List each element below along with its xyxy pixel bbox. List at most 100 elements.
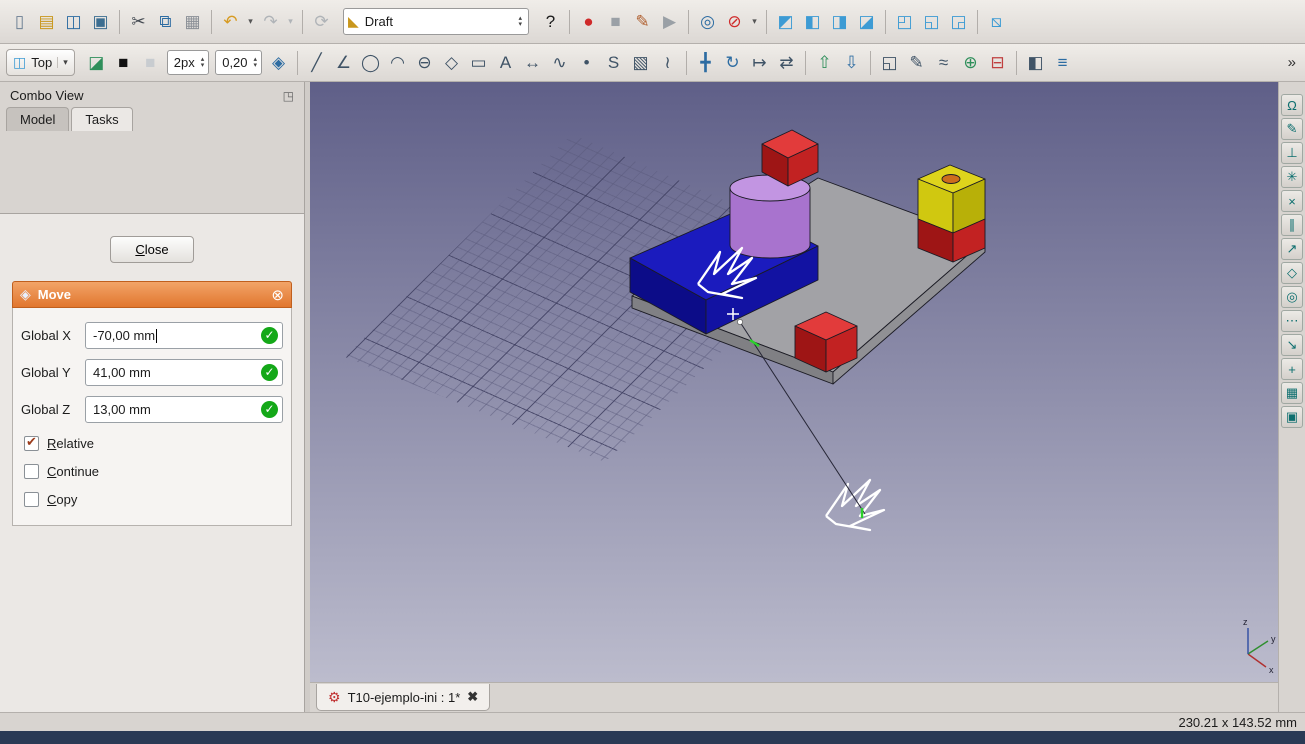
snap-grid-button[interactable]: ▦	[1281, 382, 1303, 404]
workbench-spinner[interactable]: ▴ ▾	[516, 15, 524, 28]
workbench-selector[interactable]: ◣ Draft ▴ ▾	[343, 8, 529, 35]
cut-button[interactable]: ✂	[125, 8, 152, 35]
edit-tool[interactable]: ✎	[903, 49, 930, 76]
downgrade-tool[interactable]: ⇩	[838, 49, 865, 76]
close-button[interactable]: Close	[110, 236, 194, 263]
select-plane-button[interactable]: ◪	[83, 49, 110, 76]
scale-tool[interactable]: ◱	[876, 49, 903, 76]
text-tool[interactable]: A	[492, 49, 519, 76]
dimension-tool[interactable]: ↔	[519, 49, 546, 76]
undo-button[interactable]: ↶	[217, 8, 244, 35]
measure-button[interactable]: ⧅	[983, 8, 1010, 35]
tab-model[interactable]: Model	[6, 107, 70, 131]
axonometric-view-button[interactable]: ◩	[772, 8, 799, 35]
redo-dropdown[interactable]: ▾	[284, 8, 297, 35]
snap-perpendicular-button[interactable]: ⊥	[1281, 142, 1303, 164]
snap-extension-button[interactable]: ◇	[1281, 262, 1303, 284]
shape-2d-view-tool[interactable]: ◧	[1022, 49, 1049, 76]
paste-button[interactable]: ▦	[179, 8, 206, 35]
scale-spinner[interactable]: 0,20 ▴ ▾	[215, 50, 263, 75]
3d-viewport[interactable]: x y z	[310, 82, 1278, 682]
face-color-swatch[interactable]: ■	[137, 49, 164, 76]
apply-style-button[interactable]: ◈	[265, 49, 292, 76]
wire-tool[interactable]: ∠	[330, 49, 357, 76]
redo-button[interactable]: ↷	[257, 8, 284, 35]
arc-tool[interactable]: ◠	[384, 49, 411, 76]
macro-play-button[interactable]: ▶	[656, 8, 683, 35]
move-tool[interactable]: ╋	[692, 49, 719, 76]
trimex-tool[interactable]: ⇄	[773, 49, 800, 76]
spin-down-icon[interactable]: ▾	[254, 62, 258, 69]
relative-checkbox[interactable]: ✔ Relative	[24, 434, 283, 451]
copy-checkbox[interactable]: ✔ Copy	[24, 492, 283, 507]
offset-tool[interactable]: ↦	[746, 49, 773, 76]
macro-stop-button[interactable]: ■	[602, 8, 629, 35]
wire-to-bspline-tool[interactable]: ≈	[930, 49, 957, 76]
snap-near-button[interactable]: ↗	[1281, 238, 1303, 260]
slope-tool[interactable]: ≡	[1049, 49, 1076, 76]
open-file-button[interactable]: ▤	[33, 8, 60, 35]
snap-angle-button[interactable]: ✳	[1281, 166, 1303, 188]
checkbox[interactable]: ✔	[24, 492, 39, 507]
undo-dropdown[interactable]: ▾	[244, 8, 257, 35]
front-view-button[interactable]: ◧	[799, 8, 826, 35]
right-view-button[interactable]: ◪	[853, 8, 880, 35]
rotate-tool[interactable]: ↻	[719, 49, 746, 76]
snap-special-button[interactable]: ⋯	[1281, 310, 1303, 332]
save-button[interactable]: ◫	[60, 8, 87, 35]
chevron-down-icon[interactable]: ▾	[57, 57, 68, 68]
view-select-button[interactable]: ◫ Top ▾	[6, 49, 75, 76]
spin-down-icon[interactable]: ▾	[201, 62, 205, 69]
draw-style-button[interactable]: ⊘	[721, 8, 748, 35]
copy-button[interactable]: ⧉	[152, 8, 179, 35]
field-input[interactable]: 41,00 mm ✓	[85, 359, 283, 386]
bezier-tool[interactable]: ≀	[654, 49, 681, 76]
checkbox[interactable]: ✔	[24, 434, 39, 451]
macro-edit-button[interactable]: ✎	[629, 8, 656, 35]
delete-point-tool[interactable]: ⊟	[984, 49, 1011, 76]
facebinder-tool[interactable]: ▧	[627, 49, 654, 76]
snap-center-button[interactable]: ◎	[1281, 286, 1303, 308]
float-panel-icon[interactable]: ◳	[283, 89, 294, 103]
snap-working-plane-button[interactable]: +	[1281, 358, 1303, 380]
draw-style-dropdown[interactable]: ▾	[748, 8, 761, 35]
print-button[interactable]: ▣	[87, 8, 114, 35]
rectangle-tool[interactable]: ▭	[465, 49, 492, 76]
line-color-swatch[interactable]: ■	[110, 49, 137, 76]
left-view-button[interactable]: ◲	[945, 8, 972, 35]
tab-tasks[interactable]: Tasks	[71, 107, 133, 131]
circle-tool[interactable]: ◯	[357, 49, 384, 76]
bottom-view-button[interactable]: ◱	[918, 8, 945, 35]
tab-close-icon[interactable]: ✖	[467, 689, 478, 705]
checkbox[interactable]: ✔	[24, 464, 39, 479]
polygon-tool[interactable]: ◇	[438, 49, 465, 76]
line-width-spinner[interactable]: 2px ▴ ▾	[166, 50, 210, 75]
rear-view-button[interactable]: ◰	[891, 8, 918, 35]
continue-checkbox[interactable]: ✔ Continue	[24, 464, 283, 479]
snap-endpoint-button[interactable]: ✎	[1281, 118, 1303, 140]
field-input[interactable]: 13,00 mm ✓	[85, 396, 283, 423]
spin-down-icon[interactable]: ▾	[518, 21, 522, 28]
snap-intersection-button[interactable]: ×	[1281, 190, 1303, 212]
document-tab[interactable]: ⚙ T10-ejemplo-ini : 1* ✖	[316, 684, 491, 711]
refresh-button[interactable]: ⟳	[308, 8, 335, 35]
add-point-tool[interactable]: ⊕	[957, 49, 984, 76]
new-file-button[interactable]: ▯	[6, 8, 33, 35]
whatsthis-button[interactable]: ?	[537, 8, 564, 35]
point-tool[interactable]: •	[573, 49, 600, 76]
upgrade-tool[interactable]: ⇧	[811, 49, 838, 76]
macro-record-button[interactable]: ●	[575, 8, 602, 35]
task-close-icon[interactable]: ⊗	[271, 286, 284, 304]
bspline-tool[interactable]: ∿	[546, 49, 573, 76]
field-input[interactable]: -70,00 mm ✓	[85, 322, 283, 349]
toolbar-overflow-button[interactable]: »	[1288, 54, 1299, 71]
shapestring-tool[interactable]: S	[600, 49, 627, 76]
zoom-fit-button[interactable]: ◎	[694, 8, 721, 35]
top-view-button[interactable]: ◨	[826, 8, 853, 35]
snap-lock-button[interactable]: Ω	[1281, 94, 1303, 116]
ellipse-tool[interactable]: ⊖	[411, 49, 438, 76]
snap-ortho-button[interactable]: ↘	[1281, 334, 1303, 356]
snap-dimensions-button[interactable]: ▣	[1281, 406, 1303, 428]
line-tool[interactable]: ╱	[303, 49, 330, 76]
snap-parallel-button[interactable]: ∥	[1281, 214, 1303, 236]
